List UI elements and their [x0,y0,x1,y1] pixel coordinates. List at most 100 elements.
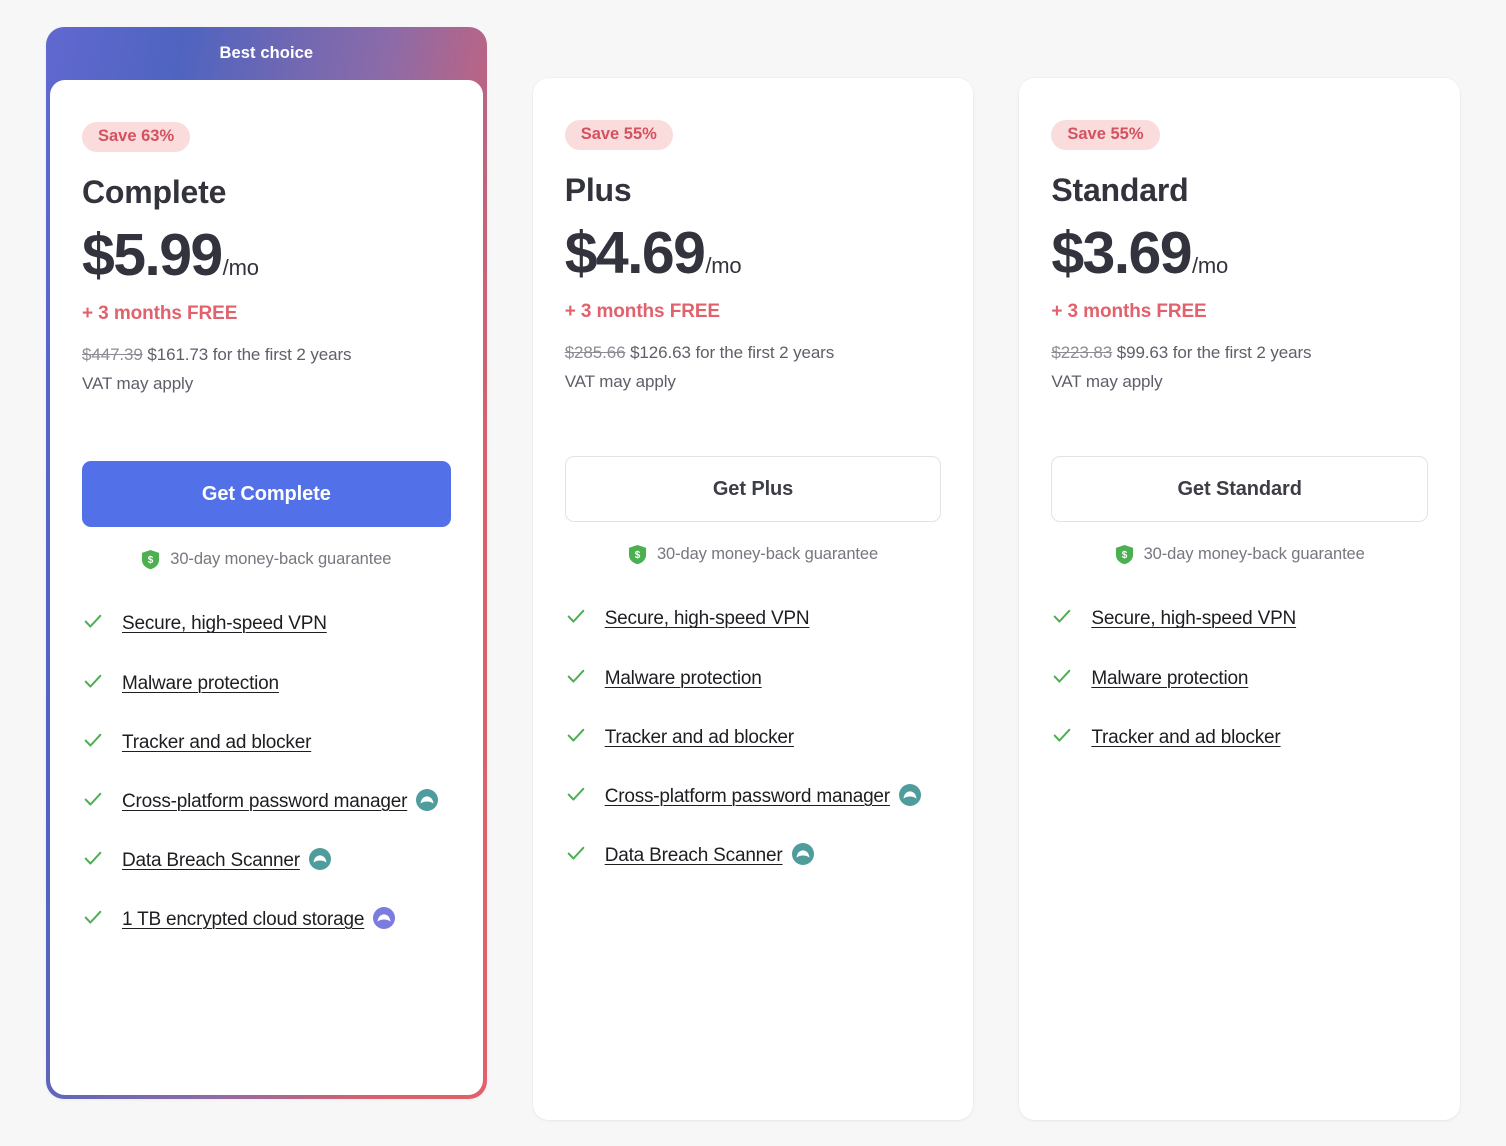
price-row: $5.99/mo [82,221,451,288]
price-period: /mo [705,252,742,278]
money-back-guarantee: $30-day money-back guarantee [1051,544,1428,565]
guarantee-label: 30-day money-back guarantee [656,545,879,564]
feature-link[interactable]: Tracker and ad blocker [605,727,794,748]
svg-text:$: $ [1121,550,1127,561]
vat-note: VAT may apply [564,372,676,392]
price-amount: $3.69 [1051,219,1192,286]
price-row: $3.69/mo [1051,219,1428,286]
feature-link[interactable]: Malware protection [122,673,279,694]
feature-text: Data Breach Scanner [605,838,815,874]
plan-name: Plus [564,171,632,208]
guarantee-label: 30-day money-back guarantee [1143,545,1365,564]
svg-text:$: $ [148,555,154,566]
money-back-guarantee: $30-day money-back guarantee [82,549,451,570]
check-icon [1054,669,1071,683]
feature-item: Data Breach Scanner [565,838,942,874]
feature-item: Malware protection [82,666,451,702]
save-badge: Save 55% [1051,120,1160,150]
get-plus-button[interactable]: Get Plus [564,456,942,523]
feature-item: Tracker and ad blocker [82,725,451,761]
feature-item: Cross-platform password manager [565,779,942,815]
feature-text: Tracker and ad blocker [122,725,311,761]
money-back-guarantee: $30-day money-back guarantee [565,544,942,565]
feature-list: Secure, high-speed VPN Malware protection… [1051,601,1428,755]
feature-list: Secure, high-speed VPN Malware protection… [565,601,942,873]
feature-link[interactable]: Secure, high-speed VPN [1091,608,1296,629]
vat-note: VAT may apply [1051,372,1163,392]
plan-card-plus: Save 55% Plus $4.69/mo + 3 months FREE $285.… [532,78,974,1120]
feature-link[interactable]: Secure, high-speed VPN [605,608,810,629]
check-icon [567,610,585,623]
old-total-price: $447.39 [82,345,143,365]
total-price-suffix: for the first 2 years [1172,343,1312,363]
save-badge: Save 63% [82,122,191,152]
total-price-line: $285.66 $126.63 for the first 2 years [565,343,942,363]
plan-card-standard: Save 55% Standard $3.69/mo + 3 months FREE $… [1019,78,1460,1120]
check-icon [567,669,585,683]
check-icon [1054,728,1071,742]
price-period: /mo [222,254,259,280]
price-row: $4.69/mo [564,219,942,286]
free-months-note: + 3 months FREE [1051,301,1207,323]
feature-item: 1 TB encrypted cloud storage [82,902,451,938]
feature-text: Malware protection [1091,661,1248,697]
new-total-price: $161.73 [147,345,209,365]
feature-list: Secure, high-speed VPN Malware protection… [82,606,451,938]
total-price-line: $447.39 $161.73 for the first 2 years [82,345,451,365]
feature-link[interactable]: Data Breach Scanner [605,845,783,866]
feature-item: Cross-platform password manager [82,784,451,820]
feature-link[interactable]: Malware protection [1091,668,1248,689]
check-icon [84,615,102,628]
feature-text: Cross-platform password manager [122,784,439,820]
check-icon [84,851,102,865]
nordlocker-badge-icon [373,906,396,929]
total-price-line: $223.83 $99.63 for the first 2 years [1051,343,1428,363]
feature-text: Cross-platform password manager [605,779,922,815]
feature-link[interactable]: Malware protection [605,668,762,689]
feature-text: 1 TB encrypted cloud storage [122,902,396,938]
new-total-price: $126.63 [630,343,691,363]
feature-link[interactable]: Tracker and ad blocker [1091,727,1280,748]
nordpass-badge-icon [308,847,331,870]
svg-text:$: $ [635,550,641,561]
feature-item: Malware protection [565,661,942,697]
feature-item: Secure, high-speed VPN [82,606,451,642]
feature-item: Tracker and ad blocker [1051,720,1428,756]
feature-link[interactable]: Data Breach Scanner [122,850,300,871]
old-total-price: $285.66 [564,343,626,363]
free-months-note: + 3 months FREE [82,303,238,325]
get-complete-button[interactable]: Get Complete [82,461,451,528]
feature-link[interactable]: 1 TB encrypted cloud storage [122,909,364,930]
feature-link[interactable]: Cross-platform password manager [605,786,890,807]
shield-dollar-icon: $ [1115,545,1133,565]
check-icon [84,674,102,688]
new-total-price: $99.63 [1116,343,1169,363]
price-amount: $5.99 [82,221,223,288]
old-total-price: $223.83 [1051,343,1113,363]
best-choice-label: Best choice [219,44,314,62]
feature-text: Tracker and ad blocker [605,720,794,756]
price-amount: $4.69 [564,219,706,286]
plan-card-body: Save 63% Complete $5.99/mo + 3 months FREE $… [50,80,483,1095]
plan-name: Complete [82,173,227,210]
get-standard-button[interactable]: Get Standard [1051,456,1428,523]
feature-link[interactable]: Cross-platform password manager [122,791,407,812]
check-icon [84,910,102,924]
guarantee-label: 30-day money-back guarantee [170,550,392,569]
feature-text: Secure, high-speed VPN [605,601,810,637]
plan-card-body: Save 55% Plus $4.69/mo + 3 months FREE $285.… [532,78,974,1120]
feature-text: Malware protection [122,666,279,702]
feature-text: Data Breach Scanner [122,843,332,879]
feature-text: Secure, high-speed VPN [1091,601,1296,637]
feature-text: Secure, high-speed VPN [122,606,327,642]
feature-link[interactable]: Secure, high-speed VPN [122,613,327,634]
feature-item: Secure, high-speed VPN [565,601,942,637]
save-badge: Save 55% [564,120,673,150]
feature-item: Secure, high-speed VPN [1051,601,1428,637]
pricing-plans-grid: Best choice Save 63% Complete $5.99/mo + 3 m… [0,0,1506,1146]
feature-link[interactable]: Tracker and ad blocker [122,732,311,753]
check-icon [567,787,585,801]
feature-text: Tracker and ad blocker [1091,720,1280,756]
check-icon [84,792,102,806]
nordpass-badge-icon [898,783,921,806]
